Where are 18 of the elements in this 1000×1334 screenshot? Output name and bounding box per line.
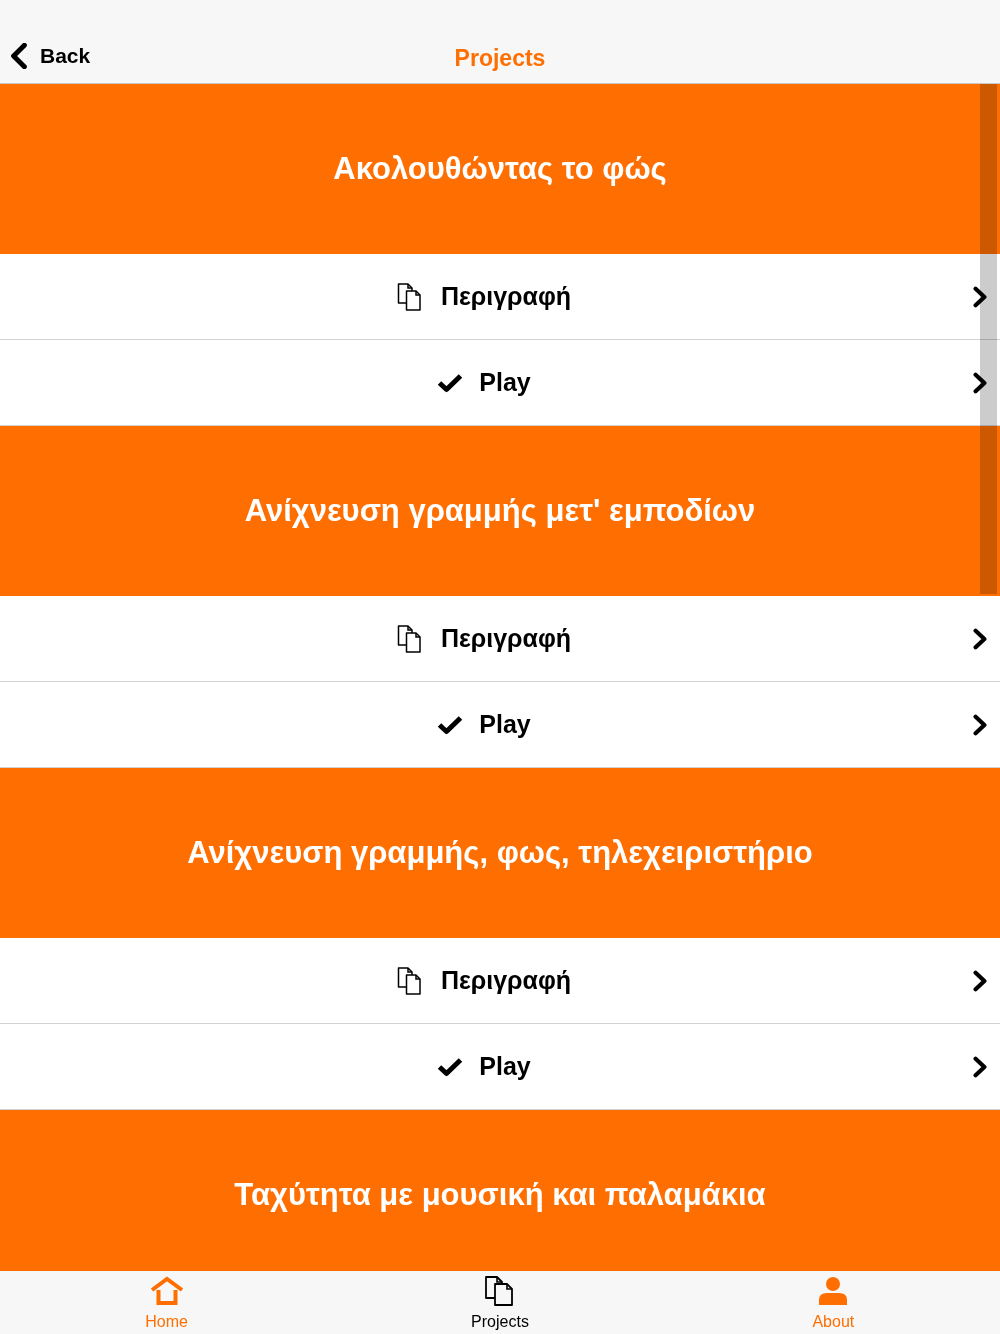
chevron-right-icon (972, 713, 988, 736)
chevron-right-icon (972, 627, 988, 650)
back-button[interactable]: Back (8, 41, 93, 71)
chevron-right-icon (972, 285, 988, 308)
checkmark-icon (437, 372, 464, 393)
chevron-right-icon (972, 1055, 988, 1078)
home-icon (148, 1275, 185, 1307)
project-title-bar: Ανίχνευση γραμμής μετ' εμποδίων (0, 426, 1000, 596)
project-title-bar: Ταχύτητα με μουσική και παλαμάκια (0, 1110, 1000, 1268)
tab[interactable]: Projects (333, 1271, 667, 1334)
project-title-bar: Ακολουθώντας το φώς (0, 84, 1000, 254)
back-chevron-icon (10, 43, 28, 69)
chevron-right-icon (972, 969, 988, 992)
checkmark-icon (437, 714, 464, 735)
chevron-right-icon (972, 371, 988, 394)
project-title-bar: Ανίχνευση γραμμής, φως, τηλεχειριστήριο (0, 768, 1000, 938)
checkmark-icon (437, 1056, 464, 1077)
page-title: Projects (454, 44, 546, 73)
